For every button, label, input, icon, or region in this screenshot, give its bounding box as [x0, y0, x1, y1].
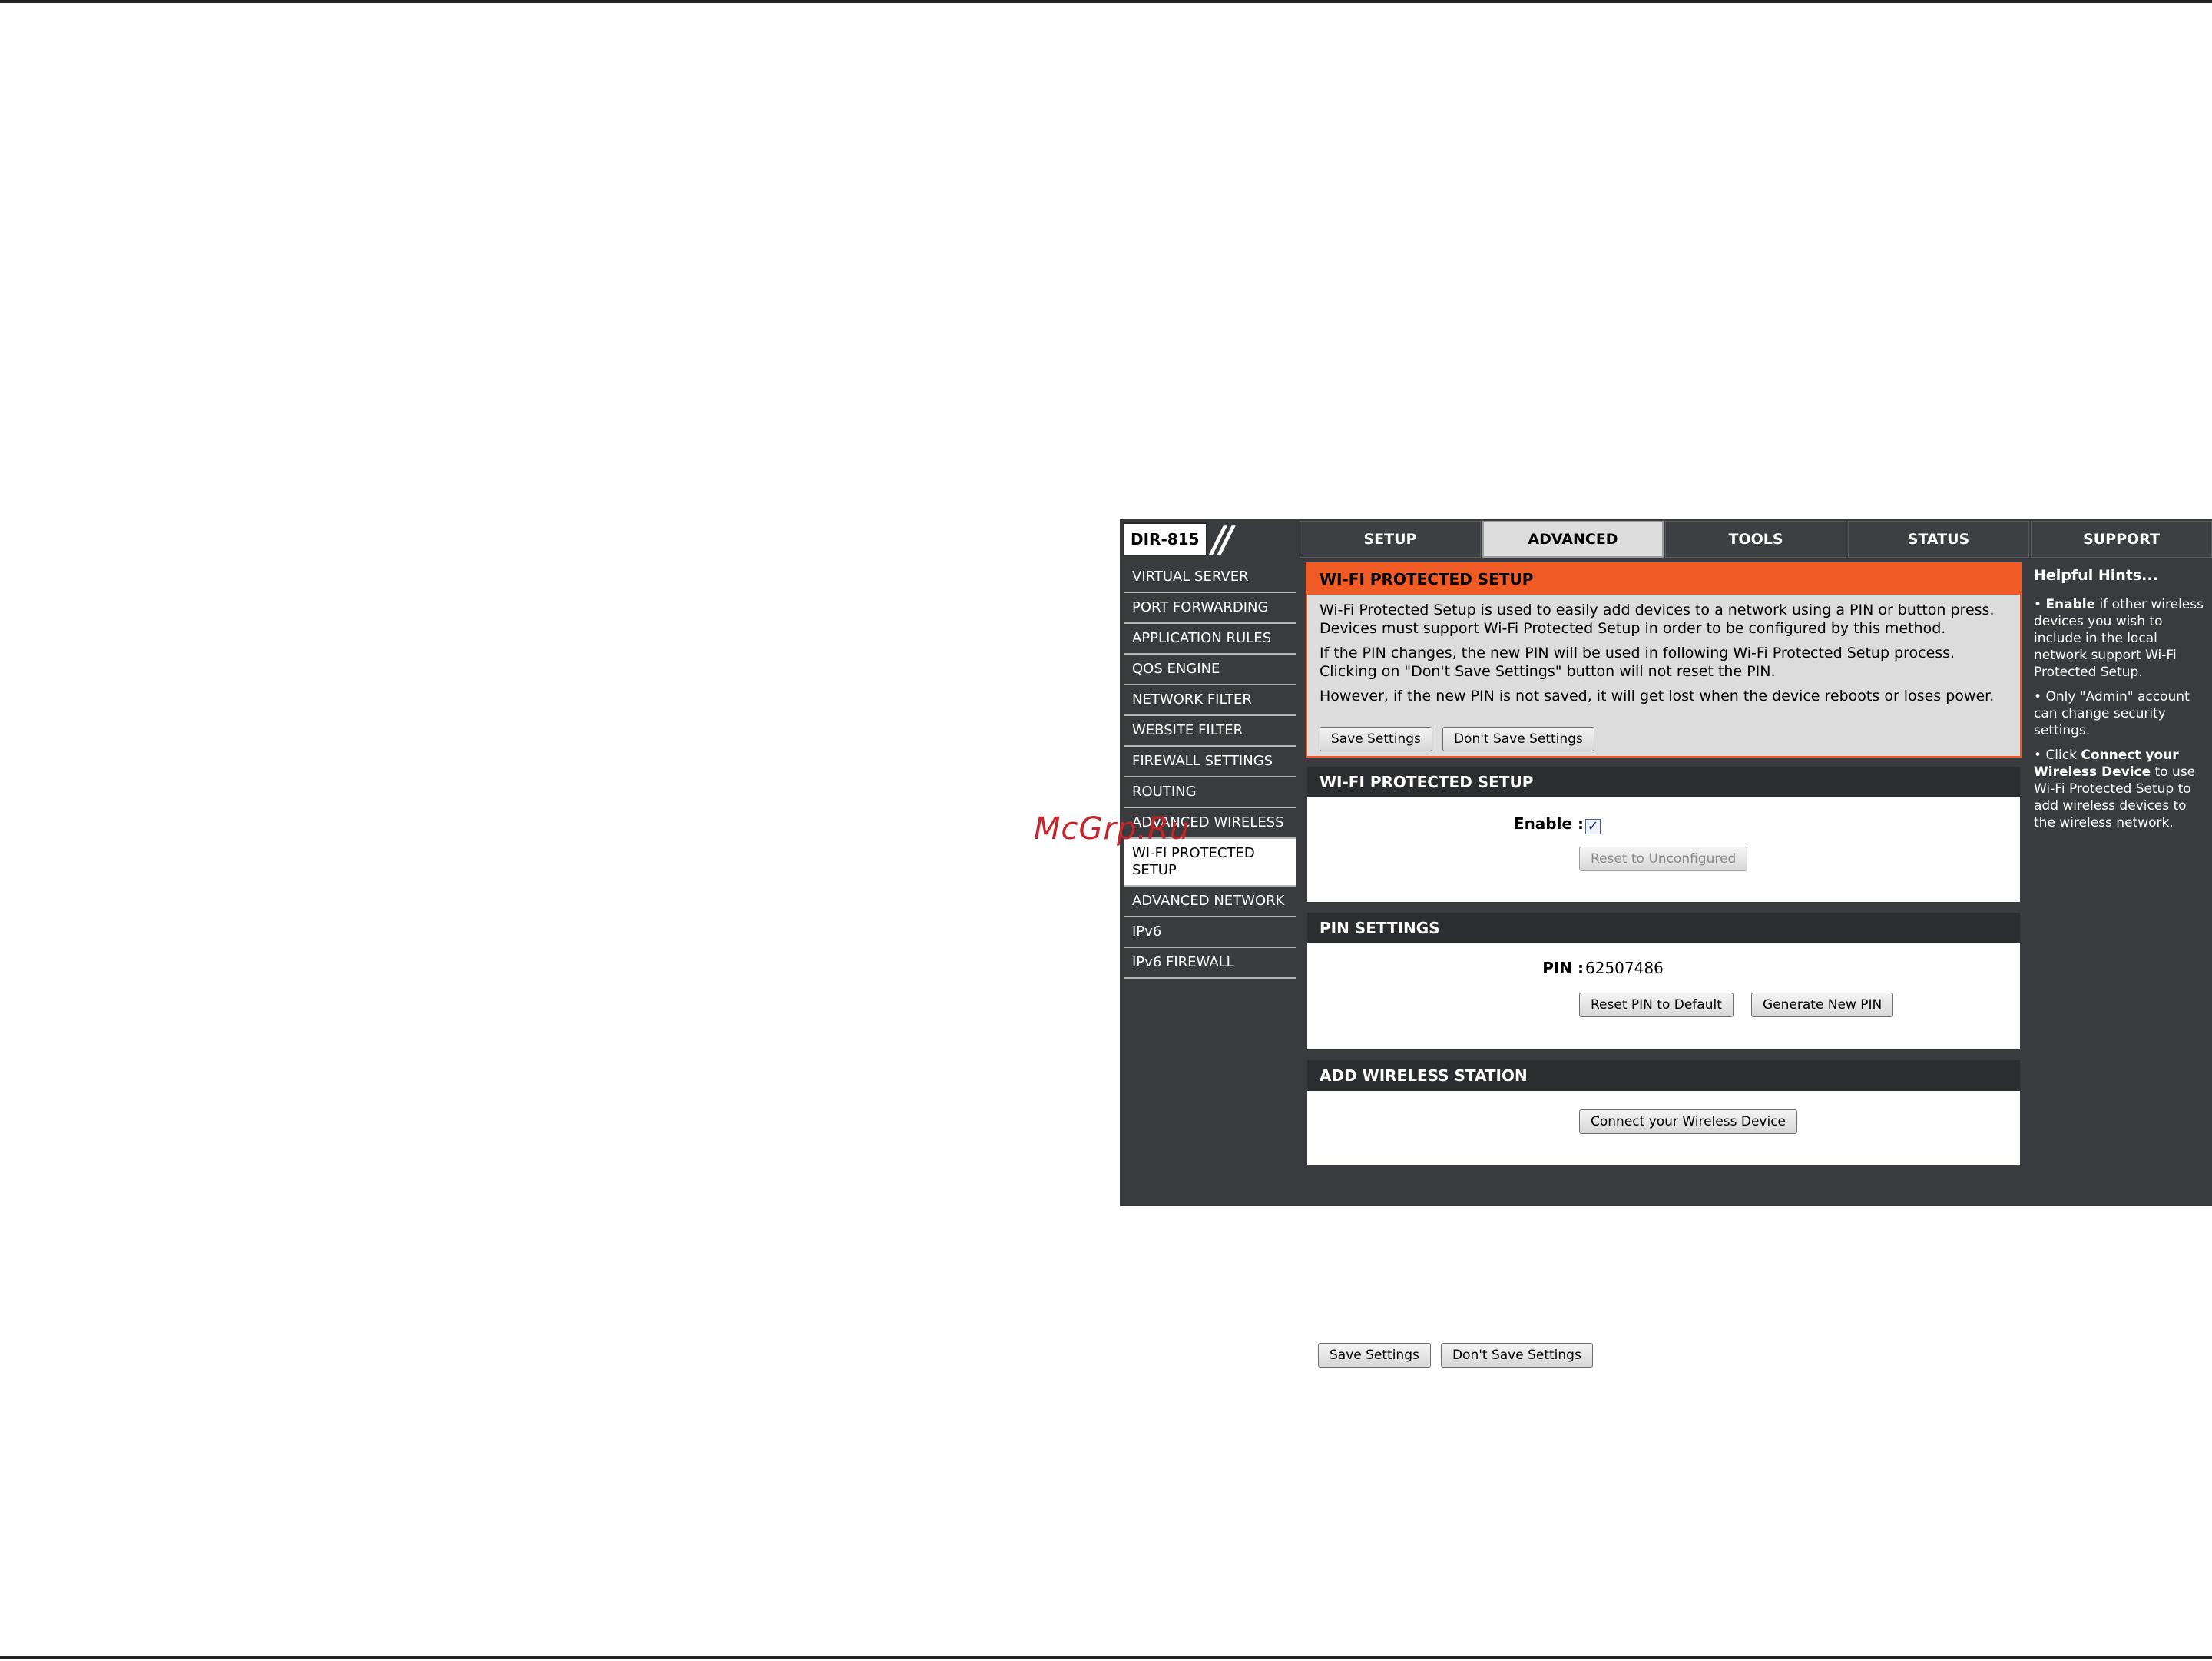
logo-slashes-icon: // — [1212, 519, 1233, 560]
dont-save-settings-button[interactable]: Don't Save Settings — [1442, 727, 1594, 751]
bottom-rule — [0, 1656, 2212, 1659]
sidebar-item-qos-engine[interactable]: QOS ENGINE — [1124, 655, 1296, 685]
tab-advanced[interactable]: ADVANCED — [1482, 521, 1664, 558]
reset-pin-to-default-button[interactable]: Reset PIN to Default — [1579, 993, 1734, 1017]
watermark-text: McGrp.Ru — [1034, 811, 1190, 847]
footer-dont-save-settings-button[interactable]: Don't Save Settings — [1440, 1343, 1593, 1368]
connect-wireless-device-button[interactable]: Connect your Wireless Device — [1579, 1109, 1797, 1134]
sidebar-nav: VIRTUAL SERVER PORT FORWARDING APPLICATI… — [1124, 562, 1296, 979]
intro-paragraph-2: If the PIN changes, the new PIN will be … — [1320, 645, 1955, 680]
sidebar-item-advanced-network[interactable]: ADVANCED NETWORK — [1124, 887, 1296, 917]
enable-label: Enable : — [1513, 814, 1584, 833]
save-settings-button[interactable]: Save Settings — [1320, 727, 1432, 751]
enable-checkbox[interactable]: ✓ — [1585, 819, 1601, 834]
pin-settings-panel: PIN SETTINGS PIN : 62507486 Reset PIN to… — [1306, 911, 2022, 1051]
router-admin-ui: DIR-815 // SETUP ADVANCED TOOLS STATUS S… — [1120, 519, 2212, 1368]
sidebar-item-port-forwarding[interactable]: PORT FORWARDING — [1124, 593, 1296, 624]
station-section-title: ADD WIRELESS STATION — [1307, 1060, 2020, 1091]
intro-paragraph-1: Wi-Fi Protected Setup is used to easily … — [1320, 602, 1995, 637]
intro-button-row: Save Settings Don't Save Settings — [1320, 727, 1601, 751]
main-content: WI-FI PROTECTED SETUP Wi-Fi Protected Se… — [1306, 562, 2023, 1368]
model-logo: DIR-815 — [1123, 522, 1207, 556]
sidebar-item-virtual-server[interactable]: VIRTUAL SERVER — [1124, 562, 1296, 593]
intro-title: WI-FI PROTECTED SETUP — [1307, 564, 2020, 595]
intro-panel: WI-FI PROTECTED SETUP Wi-Fi Protected Se… — [1306, 562, 2022, 758]
hint-enable: • Enable if other wireless devices you w… — [2034, 597, 2204, 680]
top-navigation-bar: DIR-815 // SETUP ADVANCED TOOLS STATUS S… — [1120, 519, 2212, 559]
hint-admin: • Only "Admin" account can change securi… — [2034, 689, 2190, 738]
top-rule — [0, 0, 2212, 3]
hint-connect: • Click Connect your Wireless Device to … — [2034, 748, 2196, 830]
sidebar-item-firewall-settings[interactable]: FIREWALL SETTINGS — [1124, 747, 1296, 777]
hints-title: Helpful Hints... — [2034, 567, 2158, 584]
tab-status[interactable]: STATUS — [1848, 521, 2029, 558]
pin-label: PIN : — [1542, 959, 1584, 977]
sidebar-item-ipv6-firewall[interactable]: IPv6 FIREWALL — [1124, 948, 1296, 979]
pin-section-title: PIN SETTINGS — [1307, 913, 2020, 943]
reset-to-unconfigured-button[interactable]: Reset to Unconfigured — [1579, 847, 1748, 871]
helpful-hints-panel: Helpful Hints... • Enable if other wirel… — [2029, 562, 2210, 1206]
tab-setup[interactable]: SETUP — [1300, 521, 1481, 558]
add-wireless-station-panel: ADD WIRELESS STATION Connect your Wirele… — [1306, 1059, 2022, 1166]
wps-panel: WI-FI PROTECTED SETUP Enable : ✓ Reset t… — [1306, 765, 2022, 903]
generate-new-pin-button[interactable]: Generate New PIN — [1751, 993, 1894, 1017]
sidebar-item-routing[interactable]: ROUTING — [1124, 777, 1296, 808]
tab-support[interactable]: SUPPORT — [2031, 521, 2212, 558]
sidebar-item-ipv6[interactable]: IPv6 — [1124, 917, 1296, 948]
sidebar-item-application-rules[interactable]: APPLICATION RULES — [1124, 624, 1296, 655]
tab-tools[interactable]: TOOLS — [1665, 521, 1846, 558]
sidebar-item-website-filter[interactable]: WEBSITE FILTER — [1124, 716, 1296, 747]
sidebar-item-network-filter[interactable]: NETWORK FILTER — [1124, 685, 1296, 716]
intro-paragraph-3: However, if the new PIN is not saved, it… — [1320, 688, 1995, 705]
pin-value: 62507486 — [1585, 959, 1664, 977]
footer-button-row: Save Settings Don't Save Settings — [1318, 1343, 1593, 1368]
footer-save-settings-button[interactable]: Save Settings — [1318, 1343, 1431, 1368]
wps-section-title: WI-FI PROTECTED SETUP — [1307, 767, 2020, 797]
